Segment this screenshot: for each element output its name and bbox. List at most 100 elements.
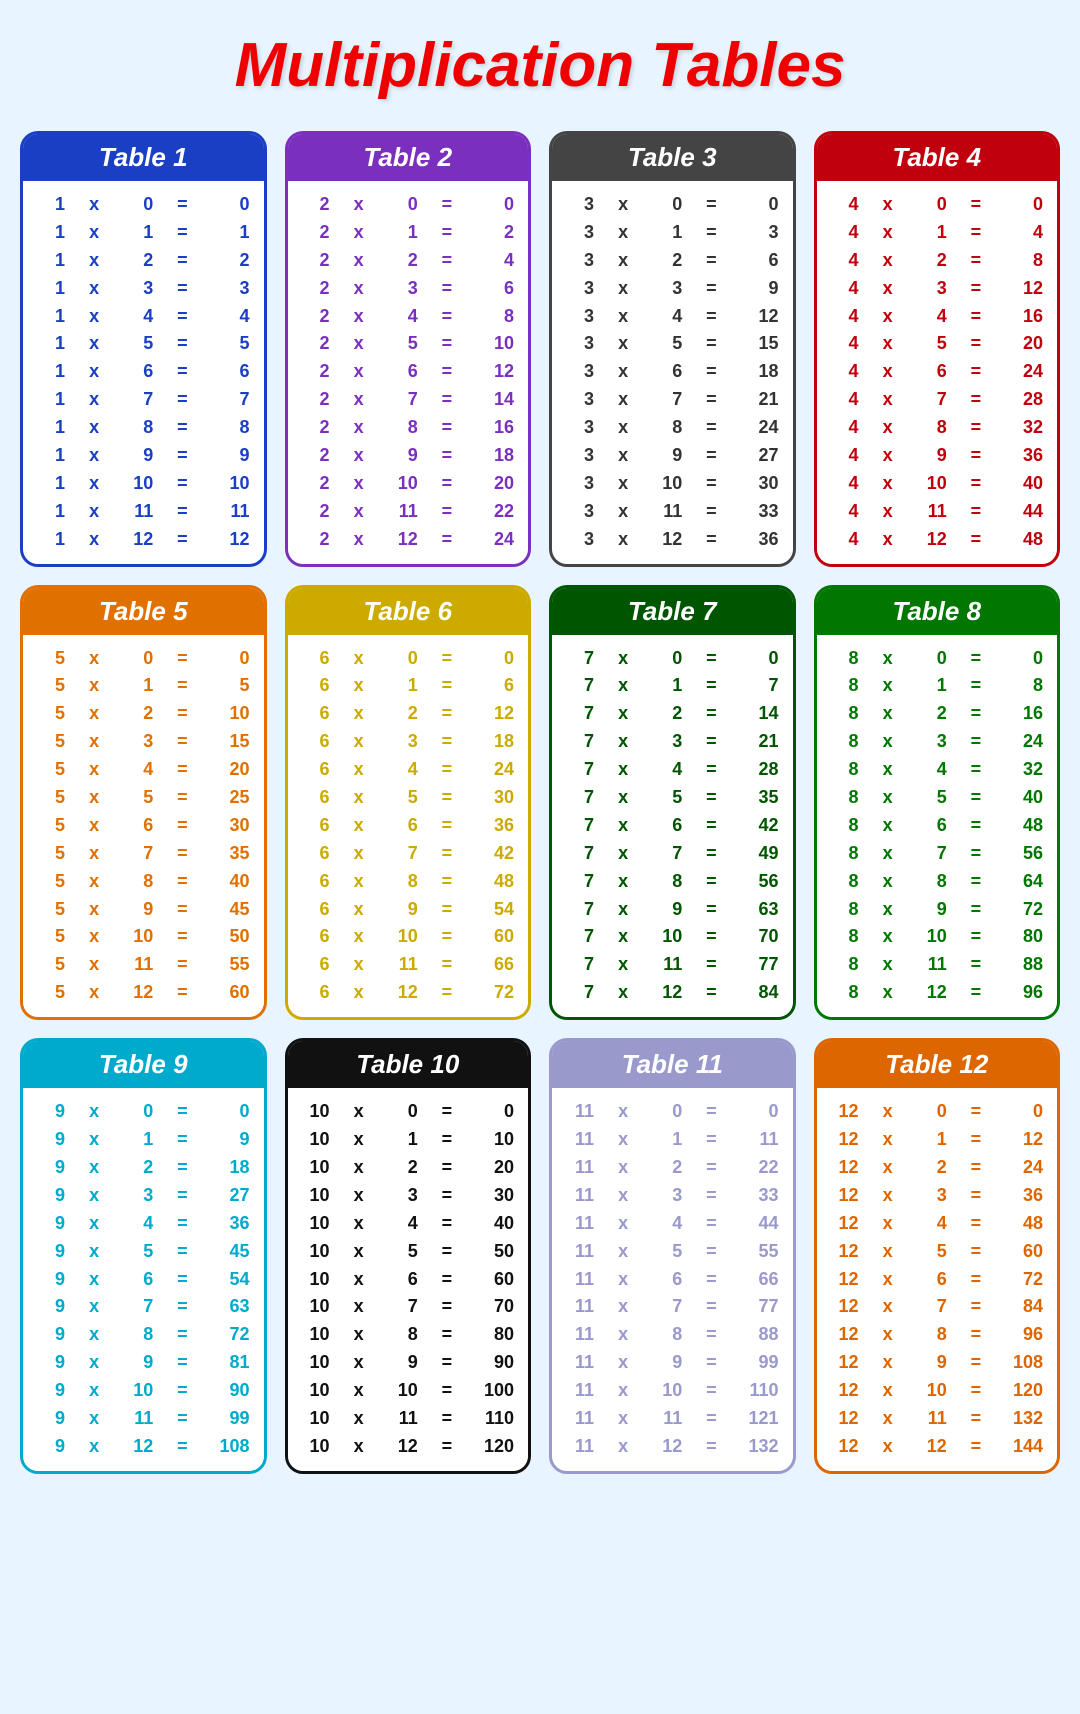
row-x-symbol: x bbox=[615, 896, 631, 924]
row-x-symbol: x bbox=[615, 470, 631, 498]
row-result: 84 bbox=[1005, 1293, 1043, 1321]
row-base: 1 bbox=[37, 470, 65, 498]
table-body-8: 8 x 0 = 0 8 x 1 = 8 8 x 2 = 16 8 x 3 = 2… bbox=[817, 635, 1058, 1018]
row-x-symbol: x bbox=[86, 386, 102, 414]
row-base: 3 bbox=[566, 386, 594, 414]
row-result: 27 bbox=[741, 442, 779, 470]
row-x-symbol: x bbox=[86, 303, 102, 331]
row-multiplier: 11 bbox=[388, 498, 418, 526]
table-row: 6 x 7 = 42 bbox=[302, 840, 515, 868]
row-x-symbol: x bbox=[351, 951, 367, 979]
row-base: 10 bbox=[302, 1098, 330, 1126]
table-row: 2 x 3 = 6 bbox=[302, 275, 515, 303]
row-equals: = bbox=[439, 219, 455, 247]
row-multiplier: 1 bbox=[123, 1126, 153, 1154]
row-result: 16 bbox=[1005, 303, 1043, 331]
row-x-symbol: x bbox=[880, 672, 896, 700]
row-multiplier: 2 bbox=[388, 247, 418, 275]
table-row: 3 x 6 = 18 bbox=[566, 358, 779, 386]
row-equals: = bbox=[439, 330, 455, 358]
row-equals: = bbox=[968, 1405, 984, 1433]
table-card-9: Table 9 9 x 0 = 0 9 x 1 = 9 9 x 2 = 18 9… bbox=[20, 1038, 267, 1474]
row-result: 36 bbox=[741, 526, 779, 554]
row-equals: = bbox=[968, 1126, 984, 1154]
row-multiplier: 3 bbox=[917, 1182, 947, 1210]
row-equals: = bbox=[968, 219, 984, 247]
row-result: 36 bbox=[212, 1210, 250, 1238]
row-multiplier: 12 bbox=[388, 1433, 418, 1461]
row-x-symbol: x bbox=[351, 1321, 367, 1349]
row-result: 28 bbox=[1005, 386, 1043, 414]
row-equals: = bbox=[439, 784, 455, 812]
row-multiplier: 5 bbox=[652, 784, 682, 812]
row-x-symbol: x bbox=[615, 330, 631, 358]
row-x-symbol: x bbox=[615, 756, 631, 784]
row-multiplier: 9 bbox=[652, 1349, 682, 1377]
row-equals: = bbox=[174, 191, 190, 219]
row-x-symbol: x bbox=[351, 1154, 367, 1182]
row-multiplier: 8 bbox=[123, 414, 153, 442]
row-equals: = bbox=[174, 672, 190, 700]
row-equals: = bbox=[703, 303, 719, 331]
row-equals: = bbox=[968, 526, 984, 554]
row-base: 10 bbox=[302, 1210, 330, 1238]
table-row: 5 x 5 = 25 bbox=[37, 784, 250, 812]
row-base: 5 bbox=[37, 672, 65, 700]
row-base: 10 bbox=[302, 1238, 330, 1266]
row-result: 0 bbox=[476, 645, 514, 673]
row-x-symbol: x bbox=[351, 414, 367, 442]
row-result: 110 bbox=[476, 1405, 514, 1433]
row-base: 10 bbox=[302, 1266, 330, 1294]
row-x-symbol: x bbox=[351, 386, 367, 414]
row-equals: = bbox=[703, 672, 719, 700]
row-base: 12 bbox=[831, 1377, 859, 1405]
row-x-symbol: x bbox=[86, 1266, 102, 1294]
row-equals: = bbox=[703, 358, 719, 386]
row-equals: = bbox=[703, 247, 719, 275]
row-equals: = bbox=[439, 979, 455, 1007]
row-base: 3 bbox=[566, 330, 594, 358]
row-equals: = bbox=[174, 1405, 190, 1433]
row-base: 4 bbox=[831, 386, 859, 414]
row-result: 0 bbox=[1005, 645, 1043, 673]
row-x-symbol: x bbox=[880, 275, 896, 303]
row-equals: = bbox=[439, 1377, 455, 1405]
row-result: 90 bbox=[476, 1349, 514, 1377]
row-equals: = bbox=[703, 756, 719, 784]
row-equals: = bbox=[703, 1266, 719, 1294]
row-x-symbol: x bbox=[880, 1266, 896, 1294]
row-multiplier: 7 bbox=[917, 386, 947, 414]
row-result: 44 bbox=[741, 1210, 779, 1238]
row-result: 30 bbox=[212, 812, 250, 840]
row-equals: = bbox=[968, 1321, 984, 1349]
row-result: 88 bbox=[741, 1321, 779, 1349]
row-multiplier: 4 bbox=[388, 1210, 418, 1238]
row-multiplier: 2 bbox=[388, 700, 418, 728]
row-result: 30 bbox=[741, 470, 779, 498]
row-x-symbol: x bbox=[351, 979, 367, 1007]
row-multiplier: 2 bbox=[917, 700, 947, 728]
row-result: 10 bbox=[212, 470, 250, 498]
row-base: 4 bbox=[831, 330, 859, 358]
row-base: 8 bbox=[831, 728, 859, 756]
row-base: 1 bbox=[37, 219, 65, 247]
row-equals: = bbox=[439, 700, 455, 728]
row-multiplier: 11 bbox=[917, 498, 947, 526]
row-equals: = bbox=[968, 784, 984, 812]
row-equals: = bbox=[174, 1321, 190, 1349]
row-x-symbol: x bbox=[615, 275, 631, 303]
row-equals: = bbox=[174, 1210, 190, 1238]
row-result: 33 bbox=[741, 498, 779, 526]
row-base: 12 bbox=[831, 1321, 859, 1349]
row-equals: = bbox=[439, 896, 455, 924]
table-body-9: 9 x 0 = 0 9 x 1 = 9 9 x 2 = 18 9 x 3 = 2… bbox=[23, 1088, 264, 1471]
row-equals: = bbox=[439, 247, 455, 275]
row-multiplier: 0 bbox=[917, 1098, 947, 1126]
table-row: 2 x 11 = 22 bbox=[302, 498, 515, 526]
row-equals: = bbox=[968, 303, 984, 331]
row-base: 6 bbox=[302, 923, 330, 951]
row-base: 10 bbox=[302, 1126, 330, 1154]
table-row: 3 x 0 = 0 bbox=[566, 191, 779, 219]
table-row: 9 x 6 = 54 bbox=[37, 1266, 250, 1294]
row-equals: = bbox=[968, 1154, 984, 1182]
